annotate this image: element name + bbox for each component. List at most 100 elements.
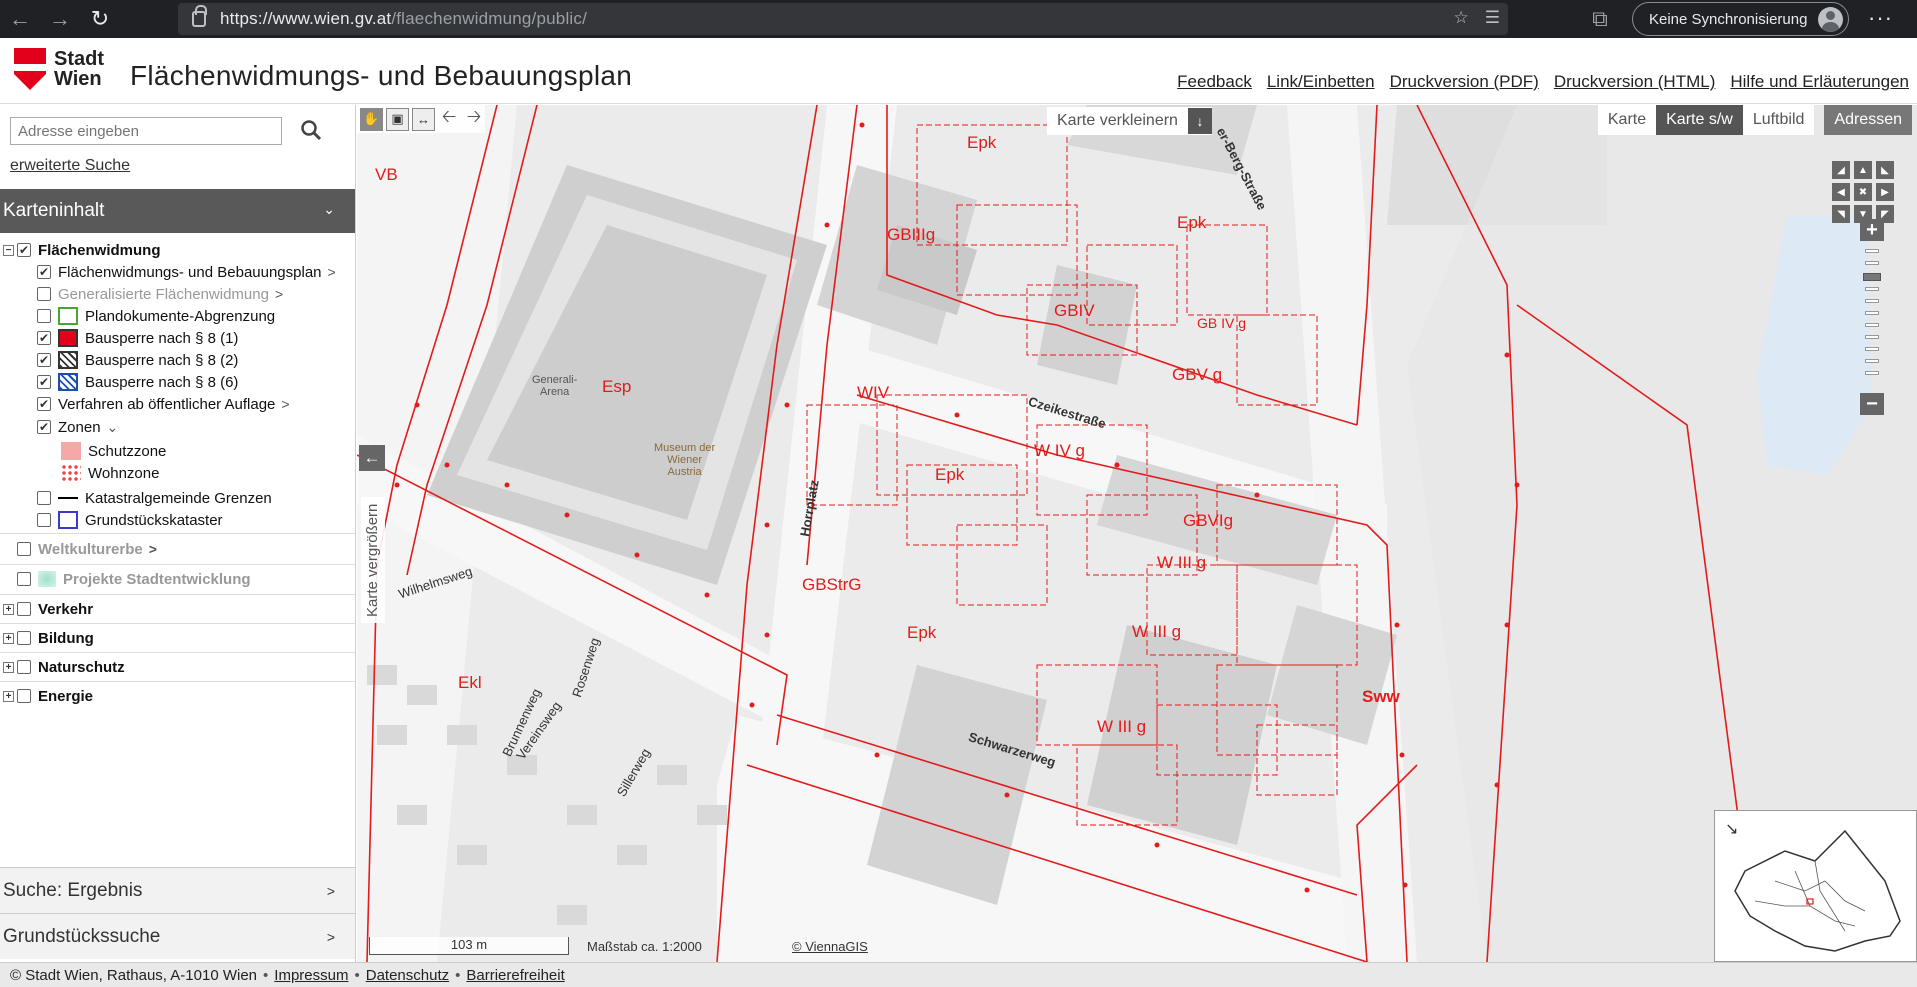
favorites-icon[interactable]: ☰ <box>1485 8 1500 28</box>
checkbox[interactable] <box>37 420 51 434</box>
search-icon[interactable] <box>300 119 322 141</box>
layer-energie[interactable]: + Energie <box>3 685 93 707</box>
checkbox[interactable] <box>37 375 51 389</box>
chevron-right-icon[interactable]: > <box>281 396 289 412</box>
chevron-right-icon[interactable]: > <box>275 286 283 302</box>
zoom-box-icon[interactable]: ▣ <box>386 107 409 131</box>
checkbox[interactable] <box>37 265 51 279</box>
print-html-link[interactable]: Druckversion (HTML) <box>1554 72 1716 92</box>
checkbox[interactable] <box>17 572 31 586</box>
zoom-slider[interactable]: + − <box>1860 219 1884 415</box>
map-content-panel-header[interactable]: Karteninhalt ⌄ <box>0 189 355 233</box>
expand-icon[interactable]: + <box>3 603 14 615</box>
address-bar[interactable]: https://www.wien.gv.at/flaechenwidmung/p… <box>178 3 1508 35</box>
checkbox[interactable] <box>37 353 51 367</box>
map-type-luftbild[interactable]: Luftbild <box>1742 105 1815 135</box>
lock-icon[interactable] <box>192 5 207 27</box>
layer-projekte[interactable]: Projekte Stadtentwicklung <box>17 568 251 590</box>
layer-bausperre-1[interactable]: Bausperre nach § 8 (1) <box>37 327 238 349</box>
search-results-panel[interactable]: Suche: Ergebnis > <box>0 867 355 913</box>
plot-search-panel[interactable]: Grundstückssuche > <box>0 913 355 959</box>
checkbox[interactable] <box>37 491 51 505</box>
measure-icon[interactable]: ↔ <box>412 107 435 131</box>
stadt-wien-logo[interactable]: Stadt Wien <box>14 48 104 90</box>
chevron-down-icon[interactable]: ⌄ <box>107 419 119 436</box>
chevron-right-icon[interactable]: > <box>328 264 336 280</box>
checkbox[interactable] <box>37 309 51 323</box>
layer-bildung[interactable]: + Bildung <box>3 627 94 649</box>
map-enlarge-button[interactable]: Karte vergrößern <box>361 497 385 623</box>
layer-generalisiert[interactable]: Generalisierte Flächenwidmung > <box>37 283 283 305</box>
overview-map-drawing <box>1734 829 1901 952</box>
chevron-down-icon: ⌄ <box>323 201 335 217</box>
reload-icon[interactable]: ↻ <box>80 0 120 38</box>
add-favorite-icon[interactable]: ☆ <box>1454 8 1469 28</box>
datenschutz-link[interactable]: Datenschutz <box>366 967 449 984</box>
checkbox[interactable] <box>17 243 31 257</box>
reset-extent-icon[interactable]: ✖ <box>1854 183 1872 201</box>
collapse-sidebar-icon[interactable]: ← <box>359 445 385 471</box>
layer-bausperre-2[interactable]: Bausperre nach § 8 (2) <box>37 349 238 371</box>
project-swatch-icon <box>38 571 56 587</box>
overview-map[interactable]: ↘ <box>1714 810 1917 962</box>
checkbox[interactable] <box>37 397 51 411</box>
checkbox[interactable] <box>17 689 31 703</box>
checkbox[interactable] <box>17 602 31 616</box>
back-arrow-icon[interactable]: ← <box>0 0 40 38</box>
layer-naturschutz[interactable]: + Naturschutz <box>3 656 125 678</box>
addresses-button[interactable]: Adressen <box>1824 105 1912 135</box>
layer-plandokumente[interactable]: Plandokumente-Abgrenzung <box>37 305 275 327</box>
collections-icon[interactable]: ⧉ <box>1580 0 1620 38</box>
checkbox[interactable] <box>37 287 51 301</box>
more-menu-icon[interactable]: ··· <box>1868 5 1893 31</box>
zoom-in-icon[interactable]: + <box>1860 219 1884 241</box>
address-search-input[interactable] <box>10 117 282 145</box>
layer-zonen[interactable]: Zonen⌄ <box>37 416 118 438</box>
checkbox[interactable] <box>17 542 31 556</box>
expand-icon[interactable]: + <box>3 690 14 702</box>
forward-arrow-icon[interactable]: → <box>40 0 80 38</box>
zoom-handle[interactable] <box>1863 273 1881 281</box>
layer-verkehr[interactable]: + Verkehr <box>3 598 93 620</box>
barrierefreiheit-link[interactable]: Barrierefreiheit <box>466 967 564 984</box>
chevron-right-icon[interactable]: > <box>149 541 157 557</box>
layer-fwbp[interactable]: Flächenwidmungs- und Bebauungsplan> <box>37 261 336 283</box>
checkbox[interactable] <box>17 631 31 645</box>
advanced-search-link[interactable]: erweiterte Suche <box>10 157 130 175</box>
collapse-icon[interactable]: − <box>3 244 14 256</box>
map-canvas[interactable]: VB Esp Epk Epk Epk Epk Ekl GBStrG Sww GB… <box>357 105 1917 962</box>
map-shrink-button[interactable]: Karte verkleinern ↓ <box>1047 107 1212 135</box>
feedback-link[interactable]: Feedback <box>1177 72 1252 92</box>
expand-icon[interactable]: + <box>3 632 14 644</box>
impressum-link[interactable]: Impressum <box>274 967 348 984</box>
map-drawing[interactable] <box>357 105 1917 962</box>
viennagis-copyright-link[interactable]: © ViennaGIS <box>792 939 868 954</box>
pan-ne-icon[interactable]: ◣ <box>1876 161 1894 179</box>
layer-weltkulturerbe[interactable]: Weltkulturerbe > <box>17 538 157 560</box>
hand-pan-icon[interactable]: ✋ <box>360 107 383 131</box>
layer-flaechenwidmung[interactable]: − Flächenwidmung <box>3 239 161 261</box>
layer-bausperre-6[interactable]: Bausperre nach § 8 (6) <box>37 371 238 393</box>
sync-button[interactable]: Keine Synchronisierung <box>1632 2 1849 36</box>
pan-nw-icon[interactable]: ◢ <box>1832 161 1850 179</box>
help-link[interactable]: Hilfe und Erläuterungen <box>1730 72 1909 92</box>
pan-sw-icon[interactable]: ◥ <box>1832 205 1850 223</box>
layer-grundstueckskataster[interactable]: Grundstückskataster <box>37 509 223 531</box>
checkbox[interactable] <box>37 513 51 527</box>
zone-label: VB <box>375 165 398 184</box>
map-type-karte-sw[interactable]: Karte s/w <box>1656 105 1743 135</box>
layer-verfahren[interactable]: Verfahren ab öffentlicher Auflage> <box>37 393 290 415</box>
layer-kataster-grenzen[interactable]: Katastralgemeinde Grenzen <box>37 487 272 509</box>
forward-arrow-icon[interactable]: 🡢 <box>463 105 485 134</box>
pan-north-icon[interactable]: ▲ <box>1854 161 1872 179</box>
zoom-out-icon[interactable]: − <box>1860 393 1884 415</box>
pan-east-icon[interactable]: ▶ <box>1876 183 1894 201</box>
link-embed-link[interactable]: Link/Einbetten <box>1267 72 1375 92</box>
expand-icon[interactable]: + <box>3 661 14 673</box>
checkbox[interactable] <box>37 331 51 345</box>
back-arrow-icon[interactable]: 🡠 <box>438 105 460 134</box>
print-pdf-link[interactable]: Druckversion (PDF) <box>1390 72 1539 92</box>
pan-west-icon[interactable]: ◀ <box>1832 183 1850 201</box>
checkbox[interactable] <box>17 660 31 674</box>
map-type-karte[interactable]: Karte <box>1597 105 1657 135</box>
